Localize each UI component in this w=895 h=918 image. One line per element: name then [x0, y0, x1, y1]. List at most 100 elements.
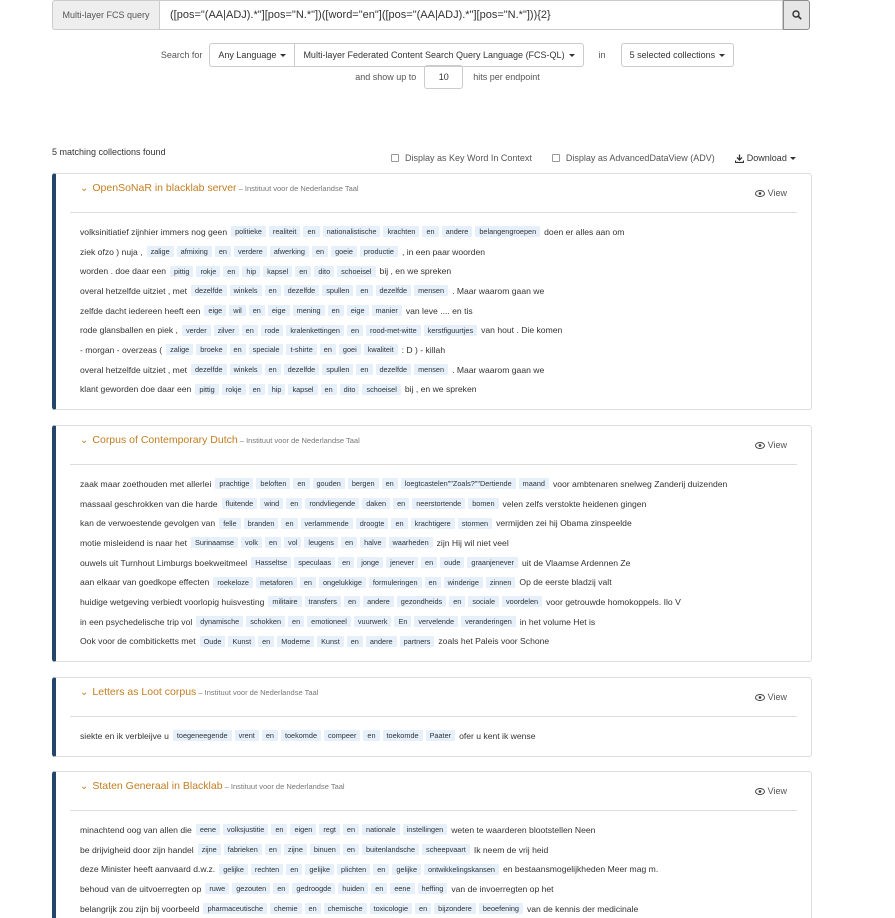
search-icon: [791, 10, 802, 20]
view-label: View: [767, 188, 787, 198]
search-button[interactable]: [783, 0, 810, 30]
language-dropdown[interactable]: Any Language: [209, 43, 296, 67]
hit-token: waarheden: [388, 537, 433, 549]
hit-token: t-shirte: [286, 344, 317, 356]
hit-token: branden: [243, 517, 279, 529]
hit-token: eene: [195, 824, 221, 836]
view-button[interactable]: View: [754, 440, 787, 450]
view-button[interactable]: View: [754, 786, 787, 796]
panel-header[interactable]: ⌄ Corpus of Contemporary Dutch – Instituu…: [56, 426, 811, 464]
collections-dropdown[interactable]: 5 selected collections: [620, 43, 735, 67]
hit-token: beoefening: [478, 903, 523, 915]
chevron-down-icon: ⌄: [80, 687, 89, 698]
search-options-row: Search for Any Language Multi-layer Fede…: [0, 43, 895, 67]
hit-token: wil: [229, 305, 246, 317]
hit-token: gelijke: [305, 863, 335, 875]
left-context: ziek ofzo ) nuja ,: [80, 246, 143, 257]
hit-token: eige: [346, 305, 369, 317]
hit-token: toegeneegende: [172, 730, 232, 742]
hit-token: dito: [339, 383, 360, 395]
hits-per-endpoint-input[interactable]: 10: [424, 65, 464, 89]
panel-header[interactable]: ⌄ OpenSoNaR in blacklab server – Instituu…: [56, 174, 811, 212]
hit-token: en: [286, 863, 303, 875]
panel-title[interactable]: ⌄ Letters as Loot corpus – Instituut voor…: [80, 686, 318, 698]
view-button[interactable]: View: [754, 188, 787, 198]
collection-name: Staten Generaal in Blacklab: [92, 780, 223, 792]
hit-token: ongelukkige: [318, 576, 366, 588]
query-language-dropdown[interactable]: Multi-layer Federated Content Search Que…: [295, 43, 584, 67]
hit-token: toekomde: [382, 730, 423, 742]
hit-token: nationale: [362, 824, 400, 836]
chevron-down-icon: ⌄: [80, 183, 89, 194]
adv-checkbox[interactable]: [551, 154, 560, 162]
panel-header[interactable]: ⌄ Letters as Loot corpus – Instituut voor…: [56, 678, 811, 716]
panel-header[interactable]: ⌄ Staten Generaal in Blacklab – Instituut…: [56, 772, 811, 810]
kwic-results: siekte en ik verbleijve u toegeneegende vr…: [56, 717, 811, 746]
keyword-hits: prachtige beloften en gouden bergen en loegtca…: [215, 478, 549, 490]
view-button[interactable]: View: [754, 692, 787, 702]
hit-token: transfers: [304, 596, 341, 608]
left-context: be drijvigheid door zijn handel: [80, 844, 194, 855]
hit-token: zijne: [197, 844, 221, 856]
query-input[interactable]: ([pos="(AA|ADJ).*"][pos="N.*"])([word="e…: [159, 0, 783, 30]
hit-token: en: [393, 498, 410, 510]
hit-token: hip: [267, 383, 286, 395]
hit-token: scheepvaart: [422, 844, 470, 856]
hit-token: Hasseltse: [251, 557, 292, 569]
keyword-hits: gelijke rechten en gelijke plichten en gelijke…: [219, 863, 499, 875]
hit-token: metaforen: [255, 576, 297, 588]
hit-token: en: [415, 903, 432, 915]
download-icon: [734, 154, 744, 163]
hit-token: dito: [314, 265, 335, 277]
hit-token: en: [320, 383, 337, 395]
hit-token: vuurwerk: [353, 616, 392, 628]
right-context: , in een paar woorden: [401, 246, 486, 257]
keyword-hits: politieke realiteit en nationalistische krac…: [231, 226, 541, 238]
hit-token: eige: [204, 305, 227, 317]
right-context: . Maar waarom gaan we: [452, 364, 545, 375]
left-context: aan elkaar van goedkope effecten: [80, 577, 210, 588]
hit-token: goei: [338, 344, 361, 356]
hit-token: verlammende: [300, 517, 353, 529]
hit-token: speculaas: [294, 557, 336, 569]
institution-text: Instituut voor de Nederlandse Taal: [230, 782, 345, 791]
hit-token: verder: [181, 324, 211, 336]
hit-token: en: [264, 537, 282, 549]
kwic-option[interactable]: Display as Key Word In Context: [391, 153, 532, 163]
panel-title[interactable]: ⌄ Corpus of Contemporary Dutch – Instituu…: [80, 434, 360, 446]
hit-token: en: [356, 364, 373, 376]
caret-down-icon: [568, 53, 575, 57]
keyword-hits: pittig rokje en hip kapsel en dito schoeisel: [170, 265, 376, 277]
hit-token: gezouten: [232, 883, 271, 895]
panel-title[interactable]: ⌄ OpenSoNaR in blacklab server – Instituu…: [80, 182, 359, 194]
hit-token: beloften: [256, 478, 291, 490]
right-context: weten te waarderen blootstellen Neen: [451, 824, 596, 835]
hit-token: en: [248, 305, 265, 317]
right-context: zijn Hij wil niet veel: [436, 537, 509, 548]
hit-token: productie: [359, 246, 398, 258]
adv-option[interactable]: Display as AdvancedDataView (ADV): [551, 153, 715, 163]
hit-token: vrent: [234, 730, 259, 742]
kwic-row: minachtend oog van allen die eene volksjus…: [80, 820, 811, 840]
hit-token: en: [340, 537, 358, 549]
eye-icon: [754, 787, 765, 795]
kwic-checkbox[interactable]: [391, 154, 399, 162]
hit-token: kwaliteit: [363, 344, 398, 356]
kwic-row: be drijvigheid door zijn handel zijne fabr…: [80, 840, 811, 860]
hit-token: kralenkettingen: [286, 324, 344, 336]
right-context: voor ambtenaren snelweg Zanderij duizend…: [552, 478, 728, 489]
hit-token: afmixing: [176, 246, 212, 258]
download-dropdown[interactable]: Download: [734, 153, 796, 163]
hit-token: loegtcastelen""Zoals?""Dertiende: [400, 478, 516, 490]
hit-token: compeer: [324, 730, 361, 742]
hit-token: en: [293, 478, 310, 490]
kwic-row: zelfde dacht iedereen heeft een eige wil en…: [80, 301, 811, 321]
keyword-hits: verder zilver en rode kralenkettingen en rood-…: [181, 324, 478, 336]
kwic-row: siekte en ik verbleijve u toegeneegende vr…: [80, 726, 811, 746]
hit-token: en: [422, 226, 439, 238]
institution-text: Instituut voor de Nederlandse Taal: [204, 688, 319, 697]
keyword-hits: Surinaamse volk en vol leugens en halve waarhed…: [191, 537, 433, 549]
kwic-row: motie misleidend is naar het Surinaamse vo…: [80, 533, 811, 553]
panel-title[interactable]: ⌄ Staten Generaal in Blacklab – Instituut…: [80, 780, 345, 792]
right-context: Op de eerste bladzij valt: [519, 577, 612, 588]
